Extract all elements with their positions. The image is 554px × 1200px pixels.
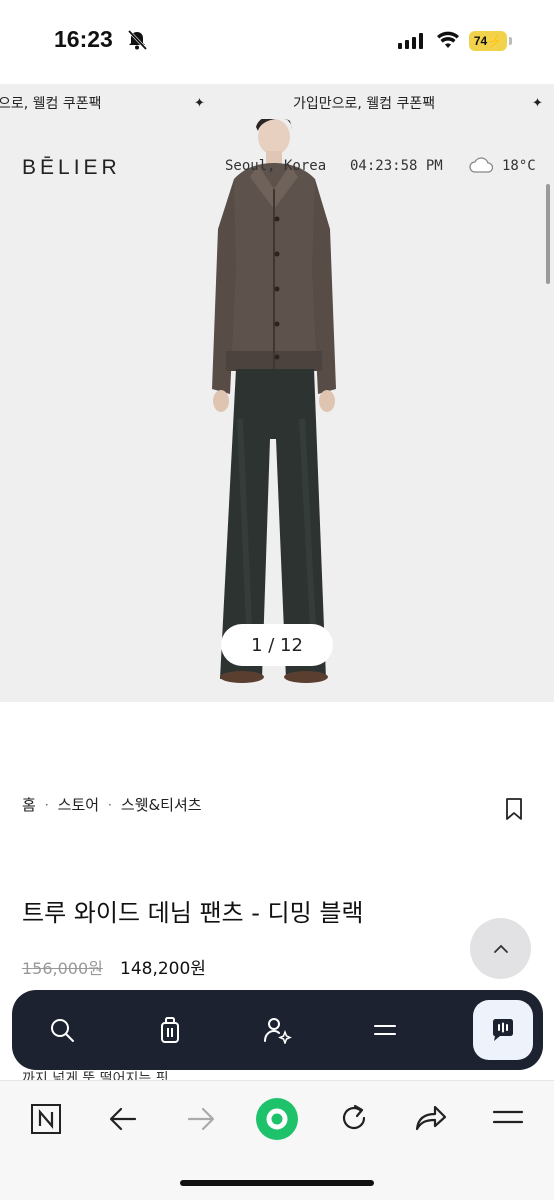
scroll-to-top-button[interactable] [470, 918, 531, 979]
promo-banner[interactable]: 으로, 웰컴 쿠폰팩 ✦ 가입만으로, 웰컴 쿠폰팩 ✦ [0, 84, 554, 122]
promo-text-left: 으로, 웰컴 쿠폰팩 [0, 96, 102, 112]
temperature-text: 18°C [502, 158, 536, 174]
brand-logo[interactable]: BĒLIER [22, 156, 121, 180]
page-scrollbar[interactable] [546, 184, 550, 284]
naver-icon[interactable] [30, 1103, 62, 1135]
menu-icon[interactable] [372, 1016, 398, 1044]
breadcrumb-category[interactable]: 스웻&티셔츠 [121, 794, 202, 815]
battery-indicator: 74 ⚡ [469, 31, 507, 51]
breadcrumb-store[interactable]: 스토어 [58, 794, 99, 815]
refresh-icon[interactable] [338, 1102, 370, 1134]
chevron-up-icon [493, 944, 508, 953]
product-model-image [212, 119, 336, 683]
status-bar: 16:23 74 ⚡ [0, 0, 554, 84]
green-dot-icon[interactable] [255, 1097, 299, 1141]
wifi-icon [437, 31, 459, 48]
share-icon[interactable] [414, 1103, 448, 1133]
forward-arrow-icon[interactable] [186, 1105, 216, 1133]
promo-text-right: 가입만으로, 웰컴 쿠폰팩 [293, 96, 436, 112]
chat-button[interactable] [473, 1000, 533, 1060]
battery-cap [509, 37, 512, 45]
location-text: Seoul, Korea [225, 158, 327, 174]
bookmark-icon[interactable] [504, 797, 524, 821]
chat-icon [493, 1019, 513, 1041]
back-arrow-icon[interactable] [108, 1105, 138, 1133]
breadcrumb-home[interactable]: 홈 [22, 794, 36, 815]
sparkle-icon: ✦ [194, 95, 205, 111]
hamburger-icon[interactable] [492, 1105, 524, 1131]
user-sparkle-icon[interactable] [262, 1016, 292, 1044]
local-clock: 04:23:58 PM [350, 158, 443, 174]
breadcrumb-separator: · [44, 797, 49, 812]
cellular-signal-icon [398, 33, 423, 49]
shopping-bag-icon[interactable] [156, 1016, 184, 1044]
bell-muted-icon [127, 29, 148, 51]
breadcrumb-separator: · [108, 797, 112, 812]
breadcrumb: 홈 · 스토어 · 스웻&티셔츠 [22, 794, 202, 815]
home-indicator [180, 1180, 374, 1186]
floating-nav-bar [12, 990, 543, 1070]
gallery-pager: 1 / 12 [221, 624, 333, 666]
cloud-icon [469, 157, 493, 173]
sparkle-icon: ✦ [532, 95, 543, 111]
sale-price: 148,200원 [120, 959, 206, 979]
search-icon[interactable] [48, 1016, 76, 1044]
product-title: 트루 와이드 데님 팬츠 - 디밍 블랙 [22, 899, 364, 927]
original-price: 156,000원 [22, 959, 103, 978]
product-gallery[interactable]: 으로, 웰컴 쿠폰팩 ✦ 가입만으로, 웰컴 쿠폰팩 ✦ BĒLIER Seou… [0, 84, 554, 702]
status-time: 16:23 [54, 26, 113, 52]
